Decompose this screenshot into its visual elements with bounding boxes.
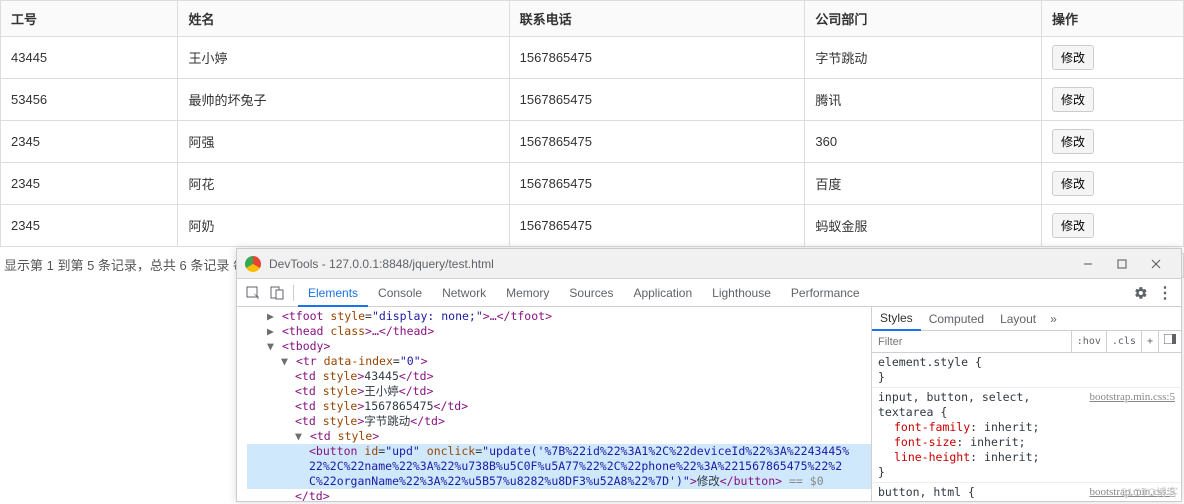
tab-sources[interactable]: Sources bbox=[559, 279, 623, 307]
table-body: 43445王小婷1567865475字节跳动修改53456最帅的坏兔子15678… bbox=[1, 37, 1184, 247]
cell-org: 字节跳动 bbox=[805, 37, 1042, 79]
css-rule-selector[interactable]: element.style { bbox=[878, 355, 1175, 370]
table-row: 2345阿花1567865475百度修改 bbox=[1, 163, 1184, 205]
settings-icon[interactable] bbox=[1129, 281, 1153, 305]
styles-filter-input[interactable] bbox=[872, 334, 1071, 350]
table-header: 工号 姓名 联系电话 公司部门 操作 bbox=[1, 1, 1184, 37]
dom-line[interactable]: ▼ <td style> bbox=[247, 429, 871, 444]
dom-line[interactable]: <td style>1567865475</td> bbox=[247, 399, 871, 414]
inspect-icon[interactable] bbox=[241, 281, 265, 305]
dom-line[interactable]: ▼ <tbody> bbox=[247, 339, 871, 354]
cell-org: 腾讯 bbox=[805, 79, 1042, 121]
styles-tab-more[interactable]: » bbox=[1044, 312, 1063, 326]
cell-phone: 1567865475 bbox=[509, 163, 805, 205]
chrome-icon bbox=[245, 256, 261, 272]
tab-network[interactable]: Network bbox=[432, 279, 496, 307]
devtools-titlebar[interactable]: DevTools - 127.0.0.1:8848/jquery/test.ht… bbox=[237, 249, 1181, 279]
cell-op: 修改 bbox=[1042, 79, 1184, 121]
cell-id: 53456 bbox=[1, 79, 178, 121]
cell-name: 阿花 bbox=[178, 163, 509, 205]
dom-line[interactable]: 22%2C%22name%22%3A%22%u738B%u5C0F%u5A77%… bbox=[247, 459, 871, 474]
dom-line[interactable]: <button id="upd" onclick="update('%7B%22… bbox=[247, 444, 871, 459]
cell-op: 修改 bbox=[1042, 37, 1184, 79]
col-id[interactable]: 工号 bbox=[1, 1, 178, 37]
edit-button[interactable]: 修改 bbox=[1052, 87, 1094, 112]
col-name[interactable]: 姓名 bbox=[178, 1, 509, 37]
edit-button[interactable]: 修改 bbox=[1052, 171, 1094, 196]
device-toggle-icon[interactable] bbox=[265, 281, 289, 305]
cell-op: 修改 bbox=[1042, 205, 1184, 247]
col-op[interactable]: 操作 bbox=[1042, 1, 1184, 37]
more-icon[interactable]: ⋮ bbox=[1153, 281, 1177, 305]
dom-line[interactable]: ▶ <thead class>…</thead> bbox=[247, 324, 871, 339]
edit-button[interactable]: 修改 bbox=[1052, 213, 1094, 238]
styles-filter-bar: :hov .cls + bbox=[872, 331, 1181, 353]
css-property[interactable]: line-height: inherit; bbox=[878, 450, 1175, 465]
edit-button[interactable]: 修改 bbox=[1052, 129, 1094, 154]
dom-line[interactable]: <td style>43445</td> bbox=[247, 369, 871, 384]
cell-name: 阿强 bbox=[178, 121, 509, 163]
cell-op: 修改 bbox=[1042, 163, 1184, 205]
tab-performance[interactable]: Performance bbox=[781, 279, 870, 307]
dom-line[interactable]: ▶ <tfoot style="display: none;">…</tfoot… bbox=[247, 309, 871, 324]
edit-button[interactable]: 修改 bbox=[1052, 45, 1094, 70]
col-org[interactable]: 公司部门 bbox=[805, 1, 1042, 37]
styles-tabs: Styles Computed Layout » bbox=[872, 307, 1181, 331]
hov-button[interactable]: :hov bbox=[1071, 331, 1106, 353]
cls-button[interactable]: .cls bbox=[1106, 331, 1141, 353]
cell-id: 2345 bbox=[1, 121, 178, 163]
cell-phone: 1567865475 bbox=[509, 121, 805, 163]
style-rules[interactable]: element.style {}bootstrap.min.css:5input… bbox=[872, 353, 1181, 501]
table-row: 2345阿强1567865475360 修改 bbox=[1, 121, 1184, 163]
cell-name: 王小婷 bbox=[178, 37, 509, 79]
css-property[interactable]: font-size: inherit; bbox=[878, 435, 1175, 450]
devtools-tabbar: Elements Console Network Memory Sources … bbox=[237, 279, 1181, 307]
styles-tab-computed[interactable]: Computed bbox=[921, 312, 992, 326]
cell-org: 蚂蚁金服 bbox=[805, 205, 1042, 247]
pagination-info: 显示第 1 到第 5 条记录，总共 6 条记录 每 bbox=[4, 258, 246, 273]
dom-line[interactable]: ▼ <tr data-index="0"> bbox=[247, 354, 871, 369]
table-row: 43445王小婷1567865475字节跳动修改 bbox=[1, 37, 1184, 79]
cell-id: 2345 bbox=[1, 205, 178, 247]
cell-phone: 1567865475 bbox=[509, 79, 805, 121]
toggle-panel-icon[interactable] bbox=[1158, 331, 1181, 353]
add-rule-button[interactable]: + bbox=[1141, 331, 1158, 353]
table-row: 53456最帅的坏兔子1567865475腾讯修改 bbox=[1, 79, 1184, 121]
minimize-button[interactable] bbox=[1071, 257, 1105, 271]
table-row: 2345阿奶1567865475蚂蚁金服修改 bbox=[1, 205, 1184, 247]
tab-application[interactable]: Application bbox=[623, 279, 702, 307]
cell-name: 最帅的坏兔子 bbox=[178, 79, 509, 121]
css-property[interactable]: font-family: inherit; bbox=[878, 420, 1175, 435]
employee-table: 工号 姓名 联系电话 公司部门 操作 43445王小婷1567865475字节跳… bbox=[0, 0, 1184, 247]
cell-org: 百度 bbox=[805, 163, 1042, 205]
cell-org: 360 bbox=[805, 121, 1042, 163]
cell-id: 43445 bbox=[1, 37, 178, 79]
cell-id: 2345 bbox=[1, 163, 178, 205]
dom-line[interactable]: <td style>王小婷</td> bbox=[247, 384, 871, 399]
maximize-button[interactable] bbox=[1105, 257, 1139, 271]
css-rule-selector[interactable]: bootstrap.min.css:5input, button, select… bbox=[878, 390, 1175, 420]
tab-memory[interactable]: Memory bbox=[496, 279, 559, 307]
tab-elements[interactable]: Elements bbox=[298, 279, 368, 307]
cell-op: 修改 bbox=[1042, 121, 1184, 163]
tab-console[interactable]: Console bbox=[368, 279, 432, 307]
styles-panel: Styles Computed Layout » :hov .cls + ele… bbox=[871, 307, 1181, 501]
dom-line[interactable]: <td style>字节跳动</td> bbox=[247, 414, 871, 429]
close-button[interactable] bbox=[1139, 257, 1173, 271]
devtools-window: DevTools - 127.0.0.1:8848/jquery/test.ht… bbox=[236, 248, 1182, 502]
dom-line[interactable]: C%22organName%22%3A%22%u5B57%u8282%u8DF3… bbox=[247, 474, 871, 489]
cell-name: 阿奶 bbox=[178, 205, 509, 247]
cell-phone: 1567865475 bbox=[509, 37, 805, 79]
cell-phone: 1567865475 bbox=[509, 205, 805, 247]
styles-tab-styles[interactable]: Styles bbox=[872, 307, 921, 331]
devtools-title-text: DevTools - 127.0.0.1:8848/jquery/test.ht… bbox=[269, 257, 1071, 271]
tab-lighthouse[interactable]: Lighthouse bbox=[702, 279, 781, 307]
dom-tree[interactable]: ▶ <tfoot style="display: none;">…</tfoot… bbox=[237, 307, 871, 501]
watermark: 51CTO博客 bbox=[1121, 484, 1178, 500]
styles-tab-layout[interactable]: Layout bbox=[992, 312, 1044, 326]
dom-line[interactable]: </td> bbox=[247, 489, 871, 501]
col-phone[interactable]: 联系电话 bbox=[509, 1, 805, 37]
